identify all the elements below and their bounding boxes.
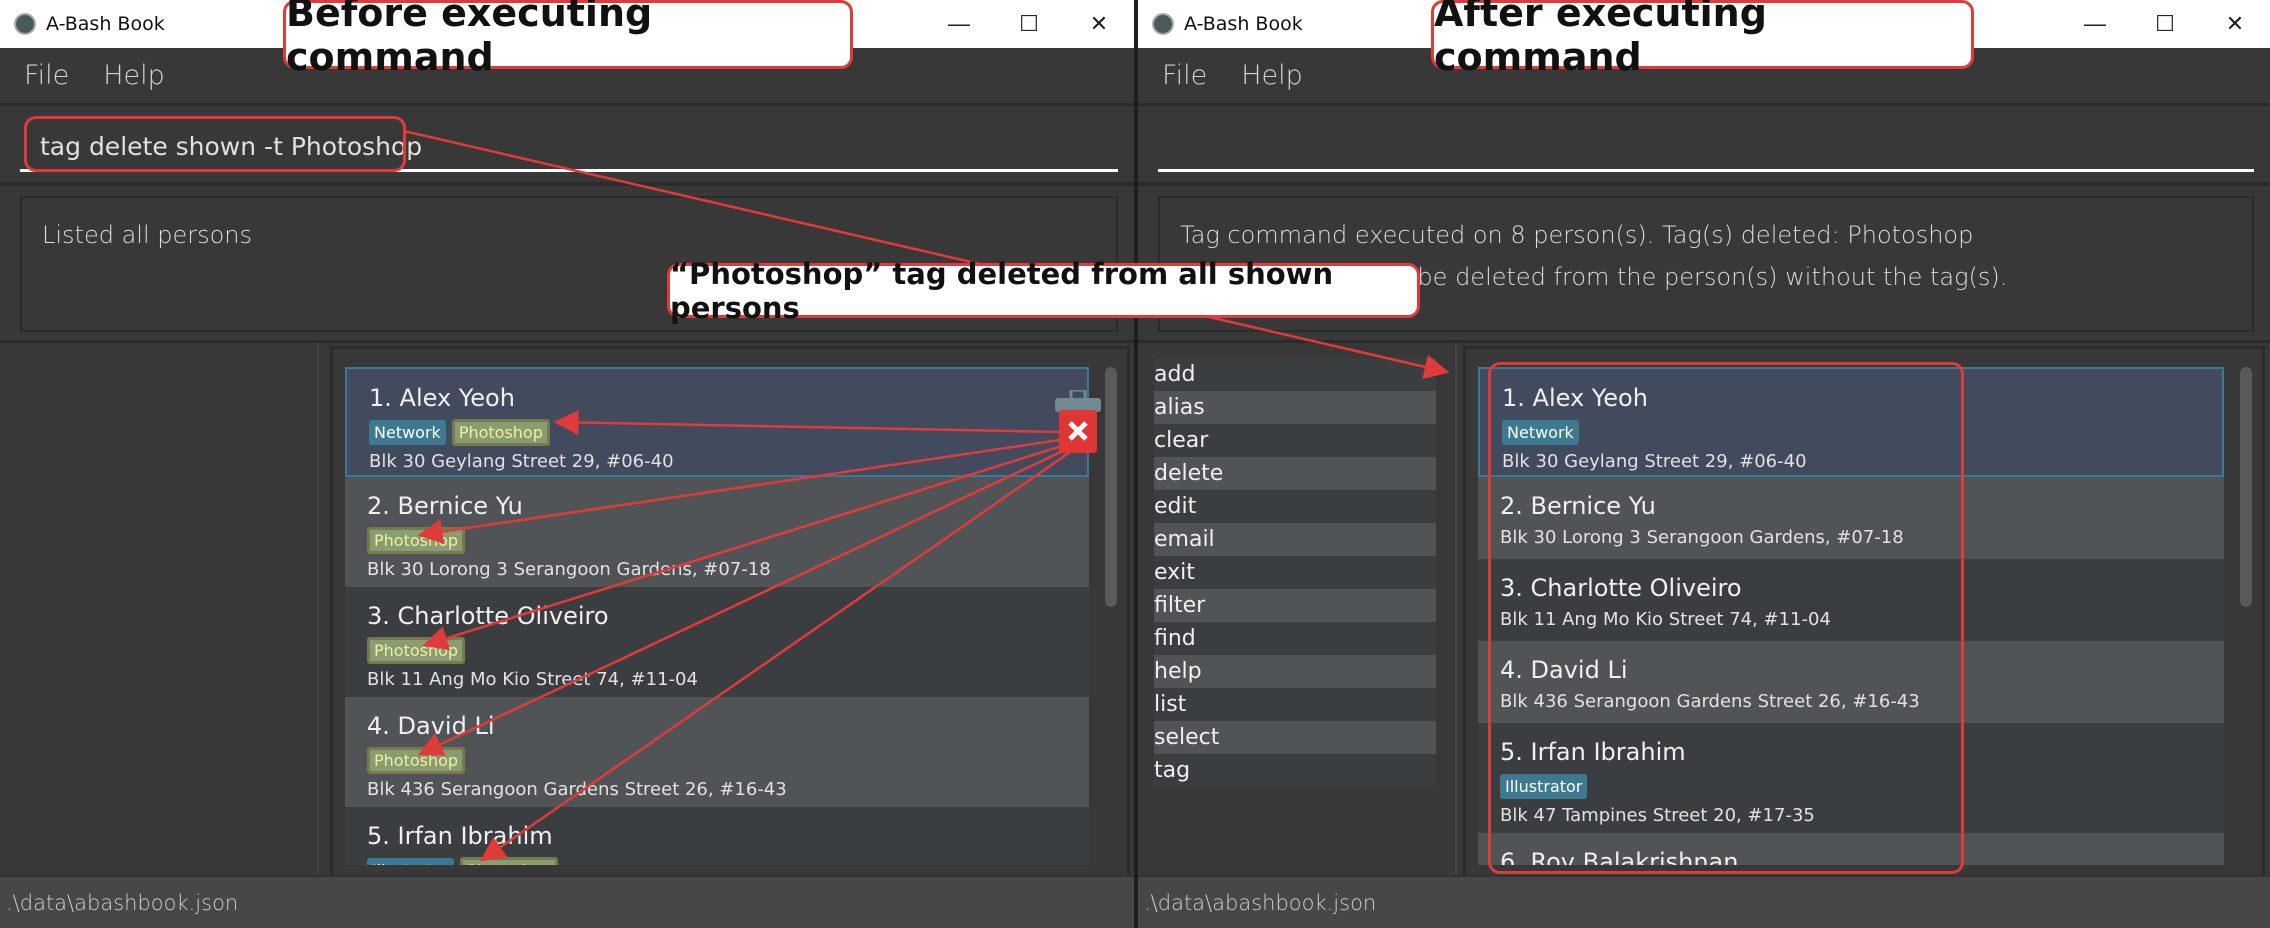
person-name: 1. Alex Yeoh (369, 384, 515, 412)
main-area: 1. Alex Yeoh Network Photoshop Blk 30 Geyla… (0, 340, 1134, 880)
maximize-button[interactable]: ☐ (2130, 0, 2200, 48)
maximize-button[interactable]: ☐ (994, 0, 1064, 48)
person-address: Blk 11 Ang Mo Kio Street 74, #11-04 (367, 669, 698, 690)
tag-list: Network Photoshop (369, 417, 1065, 447)
center-label: “Photoshop” tag deleted from all shown p… (667, 257, 1420, 325)
minimize-button[interactable]: — (2060, 0, 2130, 48)
minimize-button[interactable]: — (924, 0, 994, 48)
close-button[interactable]: ✕ (1064, 0, 1134, 48)
tag-photoshop: Photoshop (367, 636, 466, 664)
status-bar: .\data\abashbook.json (1138, 875, 2270, 928)
person-card[interactable]: 1. Alex Yeoh Network Photoshop Blk 30 Geyla… (345, 367, 1089, 477)
person-name: 2. Bernice Yu (367, 492, 523, 520)
person-card[interactable]: 2. Bernice Yu Photoshop Blk 30 Lorong 3 Se… (345, 477, 1089, 587)
result-line: Tag command executed on 8 person(s). Tag… (1180, 221, 1974, 249)
menu-file[interactable]: File (24, 60, 69, 91)
command-item-help[interactable]: help (1154, 655, 1436, 688)
person-name: 4. David Li (367, 712, 495, 740)
command-list: add alias clear delete edit email exit filter fi… (1154, 358, 1436, 787)
status-bar: .\data\abashbook.json (0, 875, 1134, 928)
command-item-email[interactable]: email (1154, 523, 1436, 556)
command-input[interactable] (1158, 124, 2254, 172)
command-item-find[interactable]: find (1154, 622, 1436, 655)
tag-photoshop: Photoshop (367, 746, 466, 774)
tag-list: Photoshop (367, 635, 1067, 665)
command-item-clear[interactable]: clear (1154, 424, 1436, 457)
person-address: Blk 30 Geylang Street 29, #06-40 (369, 451, 674, 472)
person-card[interactable]: 5. Irfan Ibrahim Illustrator Photoshop (345, 807, 1089, 865)
before-label: Before executing command (283, 0, 853, 79)
command-item-exit[interactable]: exit (1154, 556, 1436, 589)
command-item-add[interactable]: add (1154, 358, 1436, 391)
tag-network: Network (369, 419, 446, 445)
menu-help[interactable]: Help (1241, 60, 1303, 91)
command-item-edit[interactable]: edit (1154, 490, 1436, 523)
tag-list: Photoshop (367, 525, 1067, 555)
sidebar (0, 343, 319, 880)
status-path: .\data\abashbook.json (1144, 890, 1377, 915)
command-item-alias[interactable]: alias (1154, 391, 1436, 424)
person-name: 5. Irfan Ibrahim (367, 822, 553, 850)
scrollbar[interactable] (1105, 367, 1117, 607)
person-name: 3. Charlotte Oliveiro (367, 602, 609, 630)
person-card[interactable]: 4. David Li Photoshop Blk 436 Serangoon Ga… (345, 697, 1089, 807)
command-item-list[interactable]: list (1154, 688, 1436, 721)
app-icon (14, 13, 36, 35)
command-item-tag[interactable]: tag (1154, 754, 1436, 787)
command-list-sidebar: add alias clear delete edit email exit filter fi… (1138, 343, 1457, 880)
command-item-filter[interactable]: filter (1154, 589, 1436, 622)
app-icon (1152, 13, 1174, 35)
person-address: Blk 436 Serangoon Gardens Street 26, #16… (367, 779, 787, 800)
menu-help[interactable]: Help (103, 60, 165, 91)
result-line: Listed all persons (42, 221, 253, 249)
tag-list: Photoshop (367, 745, 1067, 775)
command-box (1138, 106, 2270, 186)
close-button[interactable]: ✕ (2200, 0, 2270, 48)
window-title: A-Bash Book (46, 13, 165, 35)
command-item-delete[interactable]: delete (1154, 457, 1436, 490)
tag-illustrator: Illustrator (367, 857, 455, 865)
scrollbar[interactable] (2240, 367, 2252, 607)
tag-photoshop: Photoshop (367, 526, 466, 554)
person-list-panel: 1. Alex Yeoh Network Photoshop Blk 30 Geyla… (330, 346, 1130, 880)
after-label: After executing command (1431, 0, 1974, 79)
trash-delete-icon (1055, 388, 1103, 454)
person-card[interactable]: 3. Charlotte Oliveiro Photoshop Blk 11 Ang… (345, 587, 1089, 697)
person-list: 1. Alex Yeoh Network Photoshop Blk 30 Geyla… (345, 367, 1089, 865)
menu-file[interactable]: File (1162, 60, 1207, 91)
command-item-select[interactable]: select (1154, 721, 1436, 754)
result-list-highlight (1488, 362, 1964, 874)
tag-photoshop: Photoshop (460, 856, 559, 865)
tag-list: Illustrator Photoshop (367, 855, 1067, 865)
tag-photoshop: Photoshop (451, 418, 550, 446)
window-title: A-Bash Book (1184, 13, 1303, 35)
person-address: Blk 30 Lorong 3 Serangoon Gardens, #07-1… (367, 559, 771, 580)
command-input-highlight (24, 116, 406, 172)
status-path: .\data\abashbook.json (6, 890, 239, 915)
